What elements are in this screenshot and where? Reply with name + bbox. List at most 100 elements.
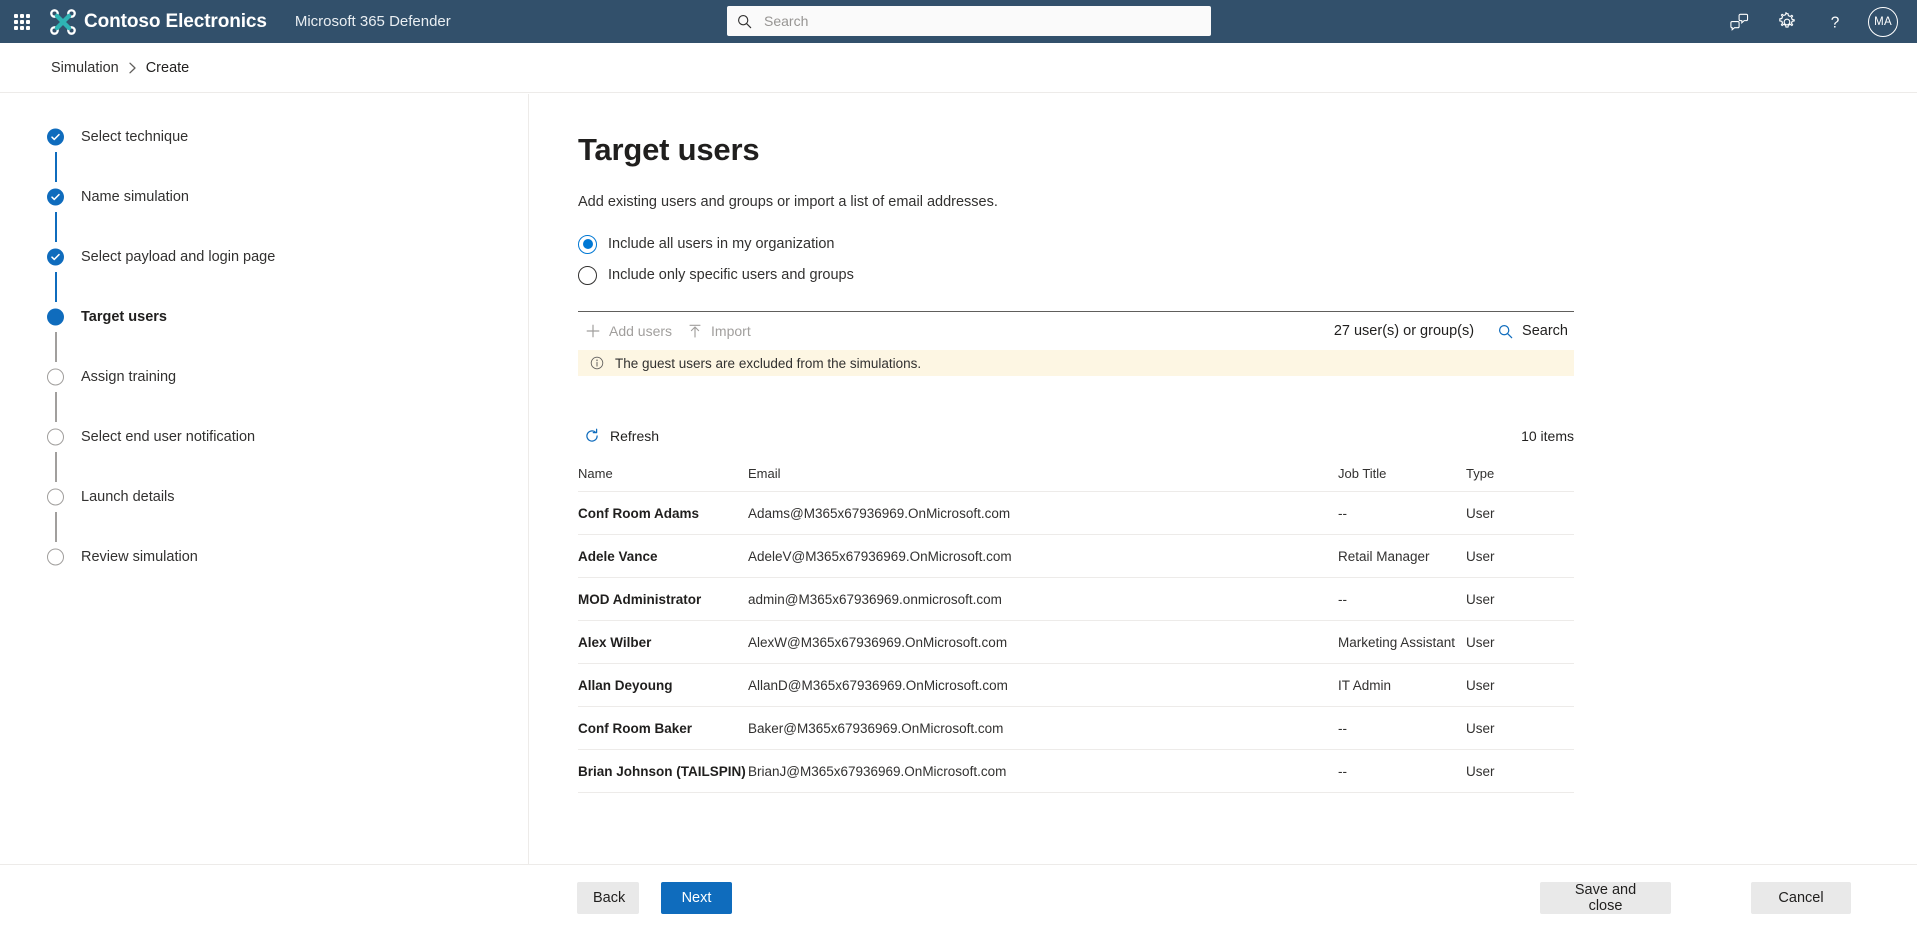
column-header-type[interactable]: Type [1466,466,1574,492]
table-row[interactable]: MOD Administrator admin@M365x67936969.on… [578,577,1574,621]
cell-email: AllanD@M365x67936969.OnMicrosoft.com [748,663,1338,707]
waffle-icon [14,13,30,30]
cell-name: MOD Administrator [578,577,748,621]
wizard-connector [55,512,57,542]
radio-label: Include only specific users and groups [608,267,854,283]
wizard-step-label: Launch details [81,489,175,505]
cell-job: Marketing Assistant [1338,620,1466,664]
table-row[interactable]: Conf Room Adams Adams@M365x67936969.OnMi… [578,491,1574,535]
column-header-name[interactable]: Name [578,466,748,492]
cell-job: -- [1338,706,1466,750]
cell-name: Adele Vance [578,534,748,578]
cell-type: User [1466,620,1574,664]
cell-type: User [1466,491,1574,535]
wizard-step-review-simulation[interactable]: Review simulation [0,542,528,572]
account-button[interactable]: MA [1859,0,1907,43]
radio-unselected-icon [578,265,597,285]
wizard-connector [55,152,57,182]
cell-job: Retail Manager [1338,534,1466,578]
table-row[interactable]: Adele Vance AdeleV@M365x67936969.OnMicro… [578,534,1574,578]
wizard-connector [55,392,57,422]
cell-job: -- [1338,749,1466,793]
help-button[interactable]: ? [1811,0,1859,43]
wizard-step-label: Target users [81,309,167,325]
app-launcher-button[interactable] [0,0,44,43]
column-header-email[interactable]: Email [748,466,1338,492]
cell-email: admin@M365x67936969.onmicrosoft.com [748,577,1338,621]
refresh-icon [586,428,598,442]
wizard-step-assign-training[interactable]: Assign training [0,362,528,422]
wizard-connector [55,272,57,302]
cell-type: User [1466,534,1574,578]
wizard-footer: Back Next Save and close Cancel [0,864,1917,931]
brand-link[interactable]: Contoso Electronics [50,8,267,35]
app-name[interactable]: Microsoft 365 Defender [295,13,451,30]
info-message-text: The guest users are excluded from the si… [615,355,922,371]
refresh-button[interactable]: Refresh [578,420,665,452]
cell-email: Baker@M365x67936969.OnMicrosoft.com [748,706,1338,750]
feedback-icon [1730,13,1749,31]
wizard-step-launch-details[interactable]: Launch details [0,482,528,542]
wizard-step-select-technique[interactable]: Select technique [0,122,528,182]
wizard-step-target-users[interactable]: Target users [0,302,528,362]
cell-email: AlexW@M365x67936969.OnMicrosoft.com [748,620,1338,664]
items-count-label: 10 items [1521,428,1574,444]
cell-type: User [1466,577,1574,621]
cell-name: Conf Room Adams [578,491,748,535]
step-status-complete-icon [47,188,64,206]
next-button[interactable]: Next [661,882,732,914]
import-label: Import [711,323,751,339]
back-button[interactable]: Back [577,882,639,914]
cell-job: -- [1338,577,1466,621]
cell-email: Adams@M365x67936969.OnMicrosoft.com [748,491,1338,535]
settings-button[interactable] [1763,0,1811,43]
table-row[interactable]: Allan Deyoung AllanD@M365x67936969.OnMic… [578,663,1574,707]
cell-job: IT Admin [1338,663,1466,707]
global-search[interactable] [727,6,1211,36]
cancel-button[interactable]: Cancel [1751,882,1851,914]
step-status-pending-icon [47,428,64,446]
table-row[interactable]: Brian Johnson (TAILSPIN) BrianJ@M365x679… [578,749,1574,793]
info-icon [590,356,604,370]
add-users-label: Add users [609,323,673,339]
save-and-close-button[interactable]: Save and close [1540,882,1671,914]
cell-type: User [1466,749,1574,793]
wizard-step-label: Select end user notification [81,429,256,445]
plus-icon [586,324,600,338]
wizard-step-end-user-notification[interactable]: Select end user notification [0,422,528,482]
main-content: Target users Add existing users and grou… [530,94,1917,864]
column-header-job-title[interactable]: Job Title [1338,466,1466,492]
table-row[interactable]: Conf Room Baker Baker@M365x67936969.OnMi… [578,706,1574,750]
target-scope-radio-group: Include all users in my organization Inc… [578,230,1917,289]
import-button[interactable]: Import [680,315,759,347]
feedback-button[interactable] [1715,0,1763,43]
users-search-label: Search [1522,323,1568,339]
info-message-bar: The guest users are excluded from the si… [578,350,1574,376]
brand-name: Contoso Electronics [84,10,267,32]
avatar: MA [1868,6,1898,37]
suite-header: Contoso Electronics Microsoft 365 Defend… [0,0,1917,43]
wizard-step-select-payload[interactable]: Select payload and login page [0,242,528,302]
page-subtitle: Add existing users and groups or import … [578,194,998,210]
add-users-button[interactable]: Add users [578,315,680,347]
wizard-connector [55,212,57,242]
cell-name: Brian Johnson (TAILSPIN) [578,749,748,793]
wizard-step-label: Select technique [81,129,189,145]
search-icon [1499,324,1513,338]
wizard-connector [55,452,57,482]
breadcrumb-item-create[interactable]: Create [146,60,190,76]
radio-include-specific-users[interactable]: Include only specific users and groups [578,261,1917,289]
wizard-step-label: Select payload and login page [81,249,276,265]
radio-include-all-users[interactable]: Include all users in my organization [578,230,1917,258]
cell-type: User [1466,706,1574,750]
step-status-complete-icon [47,248,64,266]
radio-label: Include all users in my organization [608,236,835,252]
step-status-active-icon [47,308,64,326]
table-row[interactable]: Alex Wilber AlexW@M365x67936969.OnMicros… [578,620,1574,664]
table-header: Name Email Job Title Type [578,466,1574,492]
wizard-step-name-simulation[interactable]: Name simulation [0,182,528,242]
users-search-button[interactable]: Search [1492,315,1574,347]
breadcrumb-item-simulation[interactable]: Simulation [51,60,119,76]
search-input[interactable] [762,7,1201,35]
wizard-connector [55,332,57,362]
